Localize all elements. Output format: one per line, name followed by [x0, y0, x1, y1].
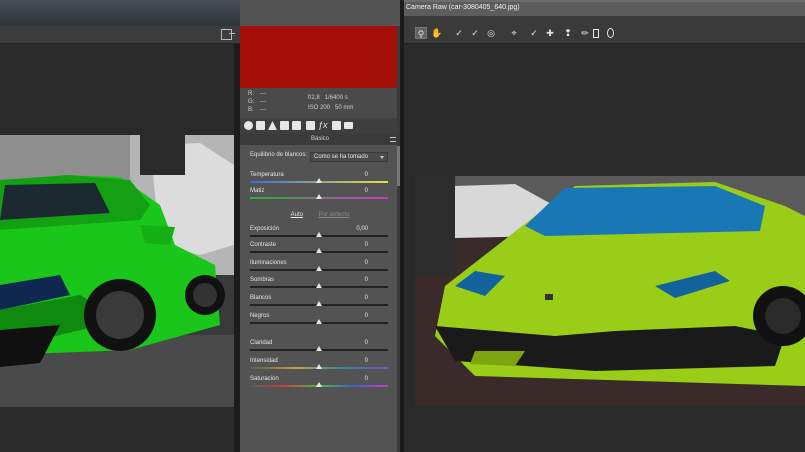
red-eye-removal-tool-icon[interactable]: ❢ [562, 27, 574, 39]
auto-link[interactable]: Auto [291, 212, 303, 218]
slider-value[interactable]: 0 [338, 260, 368, 266]
basic-tab-icon[interactable] [244, 121, 253, 130]
camera-raw-toolbar: ⚲ ✋ ✓ ✓ ◎ ⌖ ✓ ✚ ❢ ✏ [404, 16, 805, 44]
hand-tool-icon[interactable]: ✋ [431, 27, 443, 39]
slider-label: Intensidad [250, 358, 278, 364]
slider-label: Temperatura [250, 172, 284, 178]
slider-value[interactable]: 0 [338, 340, 368, 346]
white-balance-label: Equilibrio de blancos: [250, 152, 308, 158]
iso-focal: ISO 200 50 mm [308, 105, 354, 111]
slider-label: Iluminaciones [250, 260, 287, 266]
right-window-titlebar: Camera Raw (car-3080405_640.jpg) [404, 0, 805, 16]
radial-filter-tool-icon[interactable] [607, 28, 614, 38]
crop-tool-icon[interactable]: ⌖ [508, 27, 520, 39]
screen: R: --- G: --- B: --- f/2,8 1/6400 s ISO … [0, 0, 805, 452]
auto-default-row: Auto Por defecto [240, 212, 400, 222]
left-photo-green-car [0, 135, 234, 407]
targeted-adjustment-tool-icon[interactable]: ◎ [485, 27, 497, 39]
split-toning-tab-icon[interactable] [292, 121, 301, 130]
slider-label: Negros [250, 313, 270, 319]
slider-thumb[interactable] [316, 283, 322, 288]
slider-label: Sombras [250, 277, 275, 283]
slider-value[interactable]: 0 [338, 172, 368, 178]
slider-thumb[interactable] [316, 319, 322, 324]
effects-tab-icon[interactable]: ƒx [318, 121, 328, 130]
right-window-title: Camera Raw (car-3080405_640.jpg) [406, 4, 520, 11]
slider-value[interactable]: 0 [338, 242, 368, 248]
g-label: G: [248, 99, 255, 105]
slider-value[interactable]: 0 [338, 188, 368, 194]
export-icon[interactable] [221, 29, 235, 40]
basic-adjustments-panel: R: --- G: --- B: --- f/2,8 1/6400 s ISO … [240, 0, 400, 452]
panel-title: Básico [310, 136, 329, 142]
white-balance-select[interactable]: Como se ha tomado [310, 152, 388, 162]
camera-readout: R: --- G: --- B: --- f/2,8 1/6400 s ISO … [240, 88, 400, 118]
adjustment-brush-tool-icon[interactable]: ✏ [579, 27, 591, 39]
b-label: B: [248, 107, 254, 113]
slider-label: Saturación [250, 376, 279, 382]
left-window-titlebar [0, 0, 240, 26]
slider-thumb[interactable] [316, 364, 322, 369]
spot-removal-tool-icon[interactable]: ✚ [544, 27, 556, 39]
r-label: R: [248, 91, 254, 97]
r-value: --- [260, 91, 266, 97]
slider-value[interactable]: 0 [338, 295, 368, 301]
slider-thumb[interactable] [316, 301, 322, 306]
slider-value[interactable]: 0 [338, 313, 368, 319]
slider-thumb[interactable] [316, 248, 322, 253]
basic-panel-header: Básico [240, 134, 400, 145]
color-sampler-tool-icon[interactable]: ✓ [469, 27, 481, 39]
presets-tab-icon[interactable] [344, 122, 353, 129]
zoom-tool-icon[interactable]: ⚲ [415, 27, 427, 39]
left-window-toolbar [0, 26, 240, 44]
aperture-shutter: f/2,8 1/6400 s [308, 95, 348, 101]
panel-tab-icons: ƒx [240, 118, 400, 134]
tone-curve-tab-icon[interactable] [256, 121, 265, 130]
lens-corrections-tab-icon[interactable] [306, 121, 315, 130]
slider-value[interactable]: 0 [338, 376, 368, 382]
slider-thumb[interactable] [316, 382, 322, 387]
graduated-filter-tool-icon[interactable] [593, 29, 599, 38]
right-photo-lime-car [415, 176, 805, 406]
default-link[interactable]: Por defecto [319, 212, 350, 218]
slider-value[interactable]: 0,00 [338, 226, 368, 232]
slider-label: Exposición [250, 226, 280, 232]
g-value: --- [260, 99, 266, 105]
white-balance-tool-icon[interactable]: ✓ [453, 27, 465, 39]
slider-thumb[interactable] [316, 178, 322, 183]
chevron-down-icon [380, 156, 384, 159]
window-divider [400, 0, 404, 452]
slider-label: Matiz [250, 188, 265, 194]
detail-tab-icon[interactable] [268, 121, 277, 130]
slider-thumb[interactable] [316, 194, 322, 199]
sampled-color-swatch [240, 26, 400, 88]
panel-top-gap [240, 0, 400, 26]
slider-label: Claridad [250, 340, 273, 346]
white-balance-row: Equilibrio de blancos: Como se ha tomado [250, 152, 388, 163]
slider-label: Contraste [250, 242, 277, 248]
camera-calibration-tab-icon[interactable] [332, 121, 341, 130]
hsl-tab-icon[interactable] [280, 121, 289, 130]
slider-value[interactable]: 0 [338, 277, 368, 283]
slider-thumb[interactable] [316, 346, 322, 351]
straighten-tool-icon[interactable]: ✓ [528, 27, 540, 39]
b-value: --- [260, 107, 266, 113]
panel-menu-icon[interactable] [390, 137, 396, 142]
white-balance-value: Como se ha tomado [314, 154, 369, 160]
slider-thumb[interactable] [316, 266, 322, 271]
slider-label: Blancos [250, 295, 272, 301]
slider-thumb[interactable] [316, 232, 322, 237]
slider-value[interactable]: 0 [338, 358, 368, 364]
